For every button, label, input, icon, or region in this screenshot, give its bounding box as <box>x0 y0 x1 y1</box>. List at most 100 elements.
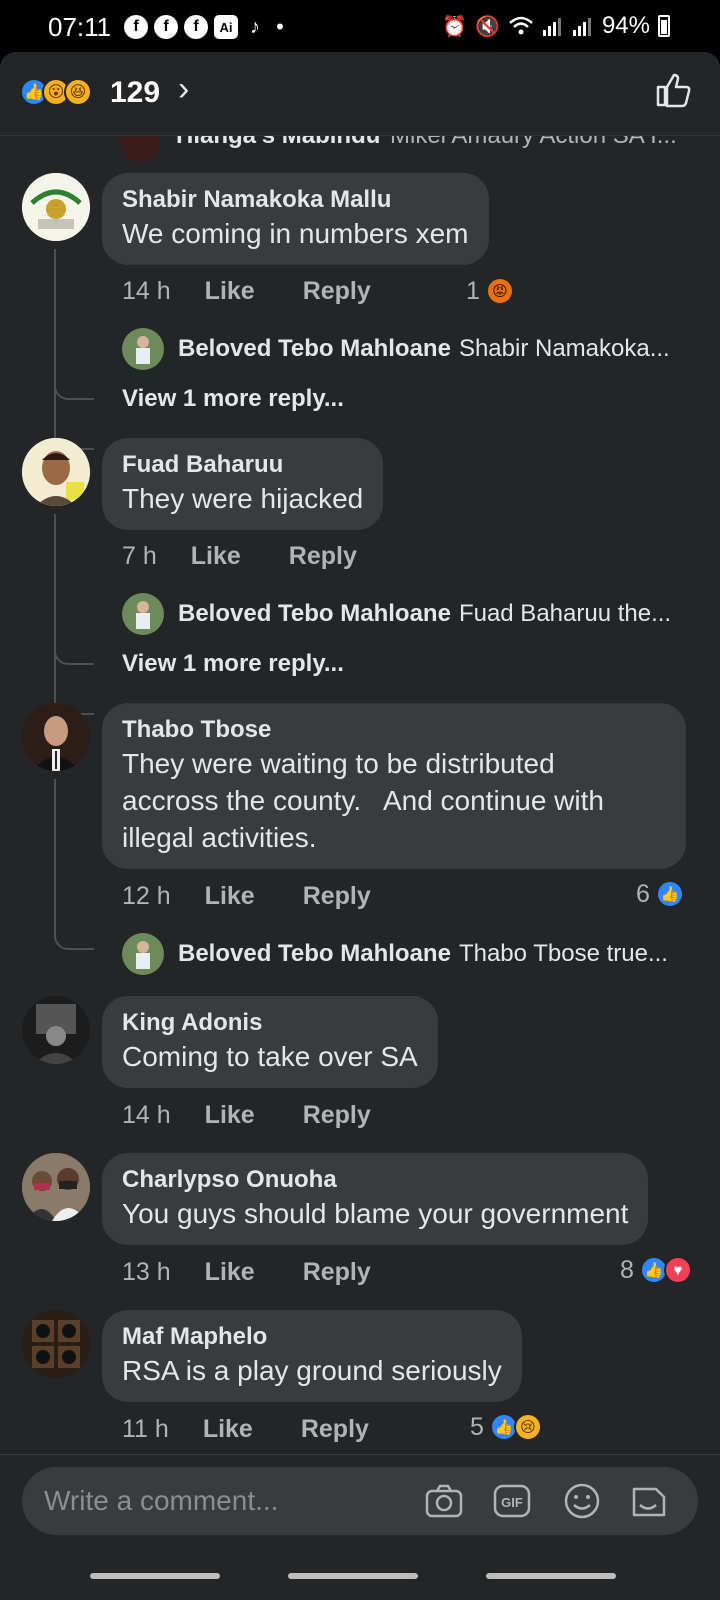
comment-input-placeholder: Write a comment... <box>44 1485 279 1516</box>
king-adonis-avatar-image <box>22 996 90 1064</box>
comment-author[interactable]: Maf Maphelo <box>122 1322 502 1352</box>
camera-icon[interactable] <box>424 1481 464 1521</box>
avatar[interactable] <box>22 996 90 1064</box>
comment-reactions[interactable]: 6 👍 <box>636 877 684 911</box>
reply-preview[interactable]: Beloved Tebo Mahloane Fuad Baharuu the..… <box>122 593 671 635</box>
comment-author[interactable]: Fuad Baharuu <box>122 450 363 480</box>
like-button[interactable]: Like <box>191 542 241 571</box>
comment-author[interactable]: Charlypso Onuoha <box>122 1165 628 1195</box>
comment-reactions[interactable]: 1 😡 <box>466 274 514 308</box>
alarm-icon: ⏰ <box>442 15 468 38</box>
comment-author[interactable]: King Adonis <box>122 1008 418 1038</box>
battery-icon <box>658 15 670 37</box>
comment-actions: 14 h Like Reply <box>122 1098 371 1132</box>
emoji-icon[interactable] <box>562 1481 602 1521</box>
reply-button[interactable]: Reply <box>301 1415 369 1444</box>
like-button[interactable]: Like <box>205 277 255 306</box>
like-button[interactable]: Like <box>205 1101 255 1130</box>
comment-text: You guys should blame your government <box>122 1198 629 1229</box>
reply-button[interactable]: Reply <box>303 277 371 306</box>
notification-icons: f f f Ai ♪ • <box>124 14 288 40</box>
comment-actions: 11 h Like Reply <box>122 1412 369 1446</box>
like-button[interactable]: Like <box>205 1258 255 1287</box>
sad-reaction-icon: 😢 <box>513 1413 542 1441</box>
reply-button[interactable]: Reply <box>303 1101 371 1130</box>
avatar[interactable] <box>22 1310 90 1378</box>
avatar <box>122 933 164 975</box>
reaction-count: 1 <box>466 276 480 305</box>
comments-sheet: 👍 😮 😆 129 › Hlanga's Mabindu Mikel Amaur… <box>0 52 720 1600</box>
reply-button[interactable]: Reply <box>289 542 357 571</box>
like-button[interactable]: Like <box>203 1415 253 1444</box>
stinscher-logo-avatar <box>22 173 90 241</box>
reaction-count: 8 <box>620 1255 634 1284</box>
love-reaction-icon: ♥ <box>663 1256 692 1284</box>
thabo-avatar-image <box>22 703 90 771</box>
nav-back-button[interactable] <box>486 1573 616 1579</box>
comment-actions: 7 h Like Reply <box>122 539 357 573</box>
comment-bubble[interactable]: Shabir Namakoka Mallu We coming in numbe… <box>102 173 489 265</box>
gif-label: GIF <box>501 1495 523 1510</box>
reply-author[interactable]: Beloved Tebo Mahloane <box>178 335 451 363</box>
comment-text: RSA is a play ground seriously <box>122 1355 502 1386</box>
comment-time: 14 h <box>122 1100 171 1129</box>
reaction-count: 5 <box>470 1412 484 1441</box>
reply-button[interactable]: Reply <box>303 882 371 911</box>
view-more-replies-link[interactable]: View 1 more reply... <box>122 385 344 417</box>
ai-app-icon: Ai <box>214 15 238 39</box>
reply-text: Thabo Tbose true... <box>458 940 668 967</box>
angry-reaction-icon: 😡 <box>485 277 514 305</box>
comment-time: 14 h <box>122 276 171 305</box>
more-notifications-dot: • <box>276 14 284 39</box>
comment-actions: 13 h Like Reply <box>122 1255 371 1289</box>
sticker-icon[interactable] <box>628 1481 668 1521</box>
view-more-replies-link[interactable]: View 1 more reply... <box>122 650 344 682</box>
compose-bar: Write a comment... GIF <box>0 1454 720 1600</box>
reply-author[interactable]: Beloved Tebo Mahloane <box>178 600 451 628</box>
reply-preview[interactable]: Beloved Tebo Mahloane Thabo Tbose true..… <box>122 933 668 975</box>
avatar[interactable] <box>22 173 90 241</box>
comment-reactions[interactable]: 5 👍 😢 <box>470 1410 542 1444</box>
comment-text: They were waiting to be distributed accr… <box>122 748 604 853</box>
comment-bubble[interactable]: Maf Maphelo RSA is a play ground serious… <box>102 1310 522 1402</box>
reply-author[interactable]: Beloved Tebo Mahloane <box>178 940 451 968</box>
comment-time: 13 h <box>122 1257 171 1286</box>
reactions-header[interactable]: 👍 😮 😆 129 › <box>0 52 720 136</box>
like-button[interactable]: Like <box>205 882 255 911</box>
reaction-summary-icons: 👍 😮 😆 <box>20 78 92 106</box>
avatar[interactable] <box>22 1153 90 1221</box>
comment-bubble[interactable]: Thabo Tbose They were waiting to be dist… <box>102 703 686 869</box>
reaction-count: 129 <box>110 76 161 109</box>
comment-bubble[interactable]: King Adonis Coming to take over SA <box>102 996 438 1088</box>
like-post-icon[interactable] <box>654 70 694 110</box>
comment-time: 12 h <box>122 881 171 910</box>
facebook-notification-icon: f <box>154 15 178 39</box>
comment-author[interactable]: Thabo Tbose <box>122 715 666 745</box>
battery-percent: 94% <box>601 12 650 39</box>
comment-time: 7 h <box>122 541 157 570</box>
nav-home-button[interactable] <box>288 1573 418 1579</box>
reply-text: Fuad Baharuu the... <box>458 600 672 627</box>
gif-icon[interactable]: GIF <box>492 1481 532 1521</box>
chevron-right-icon[interactable]: › <box>178 70 189 109</box>
tiktok-icon: ♪ <box>250 15 260 38</box>
facebook-notification-icon: f <box>184 15 208 39</box>
avatar <box>122 328 164 370</box>
comment-bubble[interactable]: Charlypso Onuoha You guys should blame y… <box>102 1153 649 1245</box>
charlypso-avatar-image <box>22 1153 90 1221</box>
nav-recents-button[interactable] <box>90 1573 220 1579</box>
comment-actions: 14 h Like Reply <box>122 274 371 308</box>
comment-time: 11 h <box>122 1414 169 1443</box>
speaker-stack-avatar-image <box>22 1310 90 1378</box>
like-reaction-icon: 👍 <box>655 880 684 908</box>
mute-icon: 🔇 <box>475 15 500 38</box>
reply-preview[interactable]: Beloved Tebo Mahloane Shabir Namakoka... <box>122 328 670 370</box>
signal-icon <box>572 18 591 36</box>
avatar[interactable] <box>22 438 90 506</box>
comment-author[interactable]: Shabir Namakoka Mallu <box>122 185 469 215</box>
comment-input[interactable]: Write a comment... GIF <box>22 1467 698 1535</box>
comment-reactions[interactable]: 8 👍 ♥ <box>620 1253 692 1287</box>
reply-button[interactable]: Reply <box>303 1258 371 1287</box>
avatar[interactable] <box>22 703 90 771</box>
comment-bubble[interactable]: Fuad Baharuu They were hijacked <box>102 438 384 530</box>
